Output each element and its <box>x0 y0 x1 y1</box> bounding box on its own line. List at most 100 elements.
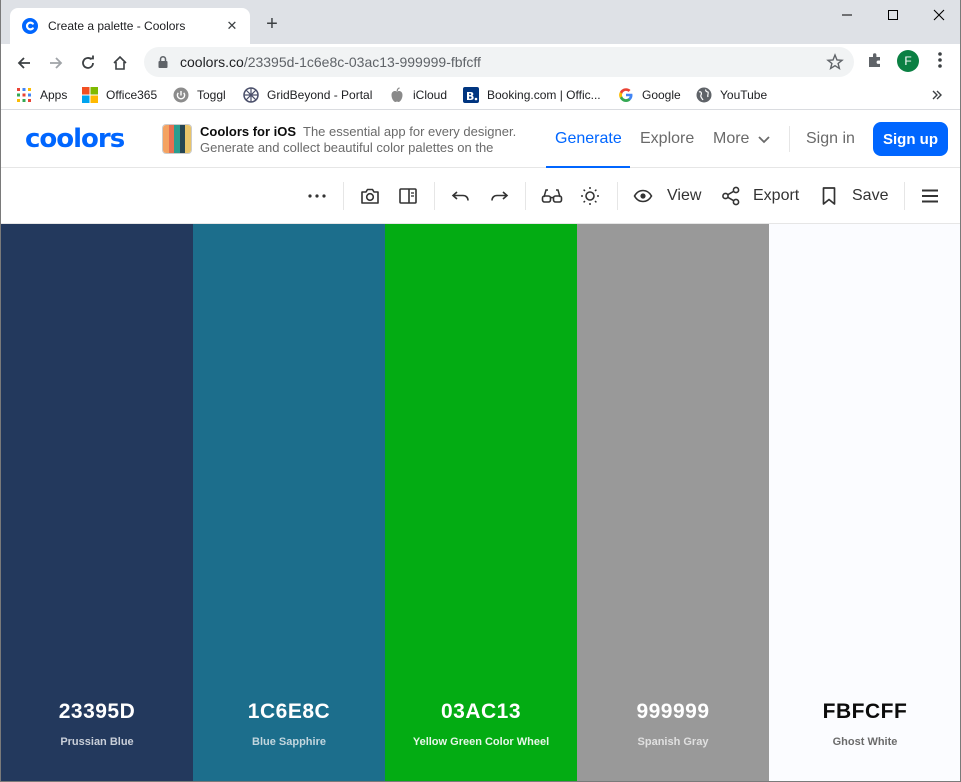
google-icon <box>618 87 634 103</box>
bookmark-icon[interactable] <box>817 184 841 208</box>
eye-icon[interactable] <box>631 184 655 208</box>
color-name: Ghost White <box>832 736 898 748</box>
browser-toolbar: coolors.co/23395d-1c6e8c-03ac13-999999-f… <box>1 44 960 80</box>
camera-icon[interactable] <box>358 184 382 208</box>
toolbar-divider <box>434 182 435 210</box>
toolbar-divider <box>525 182 526 210</box>
sign-up-button[interactable]: Sign up <box>873 122 948 156</box>
browser-tab[interactable]: Create a palette - Coolors ✕ <box>10 8 250 44</box>
ios-app-thumbnail[interactable] <box>162 124 192 154</box>
url-host: coolors.co <box>180 54 244 70</box>
booking-icon: B <box>463 87 479 103</box>
toolbar-divider <box>904 182 905 210</box>
tab-title: Create a palette - Coolors <box>48 19 186 33</box>
maximize-icon[interactable] <box>870 0 916 30</box>
generator-toolbar: View Export Save <box>1 168 960 224</box>
bookmark-youtube[interactable]: YouTube <box>696 85 767 105</box>
bookmarks-bar: Apps Office365 Toggl GridBeyond - Portal <box>1 80 960 110</box>
bookmark-label: Toggl <box>197 88 226 102</box>
toolbar-divider <box>343 182 344 210</box>
promo-description: The essential app for every designer. <box>303 124 517 139</box>
coolors-icon <box>22 18 38 34</box>
export-button[interactable]: Export <box>753 187 799 205</box>
glasses-icon[interactable] <box>540 184 564 208</box>
back-icon[interactable] <box>11 50 37 76</box>
color-swatch[interactable]: 03AC13 Yellow Green Color Wheel <box>385 224 577 781</box>
bookmark-label: Booking.com | Offic... <box>487 88 601 102</box>
hex-code[interactable]: 999999 <box>577 700 769 724</box>
svg-text:B: B <box>466 90 474 103</box>
extensions-icon[interactable] <box>866 51 884 69</box>
bookmark-toggl[interactable]: Toggl <box>173 85 226 105</box>
bookmark-apps[interactable]: Apps <box>16 85 67 105</box>
color-swatch[interactable]: 23395D Prussian Blue <box>1 224 193 781</box>
bookmark-label: GridBeyond - Portal <box>267 88 373 102</box>
hex-code[interactable]: FBFCFF <box>769 700 960 724</box>
bookmark-label: Google <box>642 88 681 102</box>
bookmark-gridbeyond[interactable]: GridBeyond - Portal <box>243 85 372 105</box>
nav-more-label: More <box>713 130 750 147</box>
color-name: Spanish Gray <box>637 736 709 748</box>
color-name: Blue Sapphire <box>252 736 326 748</box>
tab-close-icon[interactable]: ✕ <box>224 18 240 34</box>
hex-code[interactable]: 03AC13 <box>385 700 577 724</box>
header-divider <box>789 126 790 152</box>
view-button[interactable]: View <box>667 187 701 205</box>
lock-icon <box>158 55 168 68</box>
url-path: /23395d-1c6e8c-03ac13-999999-fbfcff <box>243 54 481 70</box>
bookmark-icloud[interactable]: iCloud <box>389 85 447 105</box>
site-header: coolors Coolors for iOS The essential ap… <box>1 110 960 168</box>
bookmark-label: iCloud <box>413 88 448 102</box>
color-swatch[interactable]: 999999 Spanish Gray <box>577 224 769 781</box>
color-swatch[interactable]: 1C6E8C Blue Sapphire <box>193 224 385 781</box>
toolbar-divider <box>617 182 618 210</box>
bookmark-booking[interactable]: B Booking.com | Offic... <box>463 85 601 105</box>
hex-code[interactable]: 23395D <box>1 700 193 724</box>
hex-code[interactable]: 1C6E8C <box>193 700 385 724</box>
address-bar[interactable]: coolors.co/23395d-1c6e8c-03ac13-999999-f… <box>144 47 854 77</box>
tab-strip: Create a palette - Coolors ✕ + <box>1 0 960 44</box>
new-tab-icon[interactable]: + <box>261 14 283 36</box>
color-name: Yellow Green Color Wheel <box>412 736 550 748</box>
chevron-down-icon <box>758 136 771 144</box>
more-options-icon[interactable] <box>305 184 329 208</box>
gridbeyond-icon <box>243 87 259 103</box>
minimize-icon[interactable] <box>824 0 870 30</box>
office365-icon <box>82 87 98 103</box>
bookmark-label: Apps <box>40 88 68 102</box>
forward-icon[interactable] <box>43 50 69 76</box>
bookmark-office365[interactable]: Office365 <box>82 85 157 105</box>
redo-icon[interactable] <box>487 184 511 208</box>
brightness-icon[interactable] <box>578 184 602 208</box>
coolors-logo[interactable]: coolors <box>25 126 125 152</box>
apps-grid-icon <box>16 87 32 103</box>
profile-avatar[interactable]: F <box>897 50 919 72</box>
nav-more[interactable]: More <box>713 130 771 148</box>
bookmark-google[interactable]: Google <box>618 85 681 105</box>
bookmark-label: YouTube <box>720 88 768 102</box>
bookmark-label: Office365 <box>106 88 158 102</box>
color-swatch[interactable]: FBFCFF Ghost White <box>769 224 960 781</box>
share-icon[interactable] <box>719 184 743 208</box>
bookmarks-overflow-icon[interactable] <box>931 85 943 105</box>
color-name: Prussian Blue <box>60 736 134 748</box>
nav-explore[interactable]: Explore <box>640 130 694 148</box>
globe-icon <box>696 87 712 103</box>
hamburger-menu-icon[interactable] <box>918 184 942 208</box>
home-icon[interactable] <box>107 50 133 76</box>
sign-in-link[interactable]: Sign in <box>806 130 855 148</box>
undo-icon[interactable] <box>449 184 473 208</box>
nav-generate[interactable]: Generate <box>555 130 622 148</box>
color-palette: 23395D Prussian Blue 1C6E8C Blue Sapphir… <box>1 224 960 781</box>
promo-title[interactable]: Coolors for iOS <box>200 124 296 139</box>
close-window-icon[interactable] <box>916 0 960 30</box>
apple-icon <box>389 87 405 103</box>
toggl-icon <box>173 87 189 103</box>
bookmark-star-icon[interactable] <box>826 53 844 71</box>
browser-window: Create a palette - Coolors ✕ + coolors.c… <box>0 0 961 782</box>
browser-menu-icon[interactable] <box>932 51 948 69</box>
reload-icon[interactable] <box>75 50 101 76</box>
side-panel-icon[interactable] <box>396 184 420 208</box>
save-button[interactable]: Save <box>852 187 888 205</box>
promo-description-line2: Generate and collect beautiful color pal… <box>200 140 494 155</box>
